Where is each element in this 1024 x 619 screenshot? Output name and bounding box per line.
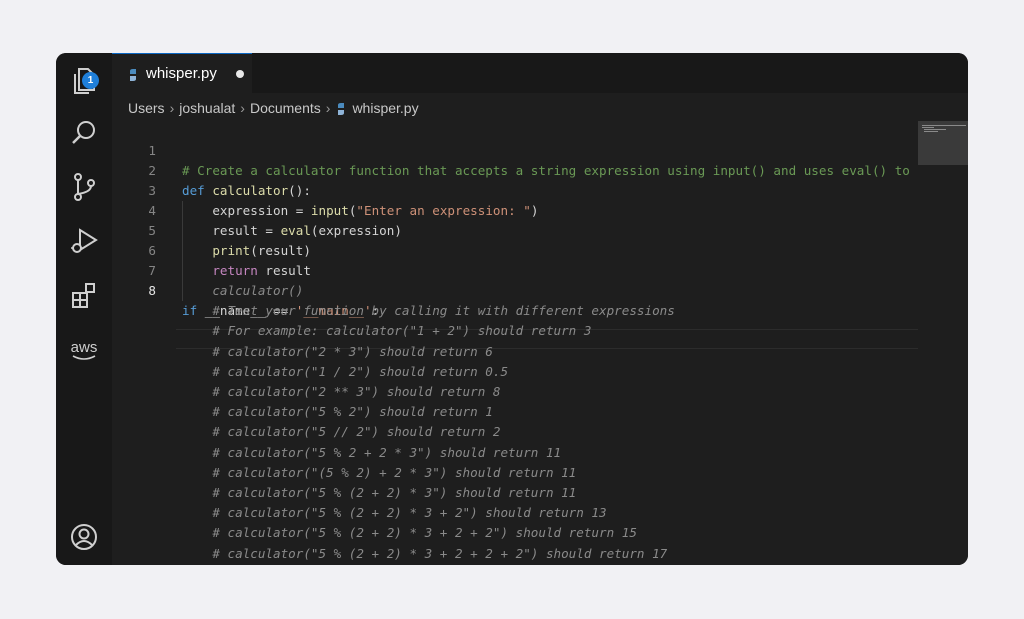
aws-label: aws [70,339,98,356]
breadcrumb: Users › joshualat › Documents › whisper.… [128,97,419,119]
python-icon [127,68,139,81]
account-icon[interactable] [66,519,102,555]
chevron-right-icon: › [169,100,175,116]
python-icon [335,102,347,115]
code-text: # Create a calculator function that acce… [182,163,941,178]
suggestion-text: # For example: calculator("1 + 2") shoul… [182,323,592,339]
code-line[interactable]: 3 expression = input("Enter an expressio… [112,161,538,218]
breadcrumb-users[interactable]: Users [128,100,165,116]
code-text: expression = input("Enter an expression:… [182,203,539,218]
tab-bar: whisper.py [112,53,968,93]
breadcrumb-joshualat[interactable]: joshualat [179,100,235,116]
activity-bar: 1 aws [56,53,112,565]
suggestion-text: # calculator("5 % (2 + 2) * 3 + 2 + 2") … [182,525,637,541]
source-control-icon[interactable] [66,169,102,205]
code-line[interactable]: 7 [112,241,158,278]
extensions-icon[interactable] [66,277,102,313]
tab-label: whisper.py [146,65,217,82]
code-text: def calculator(): [182,183,311,198]
minimap[interactable] [918,121,968,165]
suggestion-text: # calculator("5 % 2") should return 1 [182,404,493,420]
code-line[interactable]: 5 print(result) [112,201,311,258]
suggestion-text: # calculator("2 ** 3") should return 8 [182,384,501,399]
chevron-right-icon: › [240,100,245,116]
line-number: 8 [148,283,156,298]
suggestion-text: # calculator("5 % (2 + 2) * 3 + 2 + 2 + … [182,545,668,561]
code-line[interactable]: 2 def calculator(): [112,141,311,198]
chevron-right-icon: › [325,100,331,116]
suggestion-text: # calculator("5 % (2 + 2) * 3 + 2") shou… [182,505,607,521]
code-line[interactable]: 8 if __name__ == '__main__': [112,261,379,318]
vscode-window: 1 aws whisper.py Users › joshualat › Doc… [56,53,968,565]
code-line[interactable]: 6 return result [112,221,311,278]
breadcrumb-documents[interactable]: Documents [250,100,321,116]
explorer-badge: 1 [82,72,99,89]
suggestion-text: # calculator("1 / 2") should return 0.5 [182,363,509,379]
suggestion-text: # Test your function by calling it with … [182,303,675,319]
breadcrumb-file[interactable]: whisper.py [352,100,418,116]
suggestion-text: # calculator("5 // 2") should return 2 [182,424,501,440]
code-line[interactable]: 1 # Create a calculator function that ac… [112,121,940,178]
search-icon[interactable] [66,115,102,151]
suggestion-text: # calculator("(5 % 2) + 2 * 3") should r… [182,464,577,480]
scrollbar-track[interactable] [918,165,968,565]
code-line[interactable]: 4 result = eval(expression) [112,181,402,238]
suggestion-text: calculator() [182,283,304,298]
suggestion-text: # calculator("5 % (2 + 2) * 3") should r… [182,485,577,500]
run-debug-icon[interactable] [66,223,102,259]
tab-whisper-py[interactable]: whisper.py [112,53,252,93]
suggestion-text: # calculator("5 % 2 + 2 * 3") should ret… [182,444,562,460]
code-text: print(result) [212,243,311,258]
unsaved-dot-icon[interactable] [235,69,244,78]
aws-icon[interactable]: aws [66,333,102,369]
code-text: result = eval(expression) [182,223,402,238]
code-text: return result [212,263,311,278]
suggestion-text: # calculator("2 * 3") should return 6 [182,343,493,359]
code-editor[interactable]: 1 # Create a calculator function that ac… [112,121,968,565]
